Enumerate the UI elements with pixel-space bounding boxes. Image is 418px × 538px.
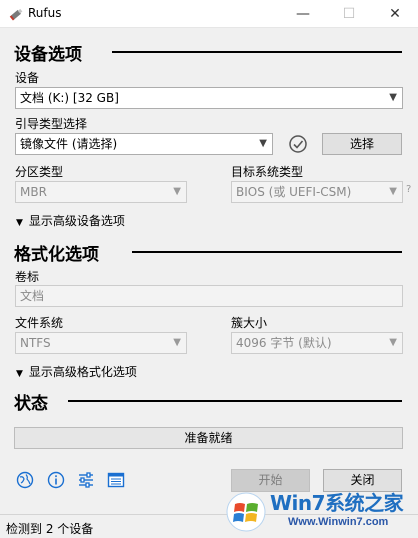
device-select[interactable]: 文档 (K:) [32 GB] ▼: [15, 87, 403, 109]
boot-type-select[interactable]: 镜像文件 (请选择) ▼: [15, 133, 273, 155]
advanced-device-label: 显示高级设备选项: [28, 214, 125, 228]
device-value: 文档 (K:) [32 GB]: [20, 91, 119, 105]
chevron-down-icon: ▼: [389, 92, 397, 103]
cluster-size-value: 4096 字节 (默认): [236, 336, 332, 350]
device-section-title: 设备选项: [14, 45, 82, 65]
section-divider: [68, 400, 402, 402]
windows-logo-icon: [226, 492, 266, 532]
chevron-down-icon: ▼: [389, 337, 397, 348]
watermark-title: Win7系统之家: [270, 491, 404, 515]
device-label: 设备: [15, 71, 40, 85]
language-icon[interactable]: [16, 471, 34, 489]
info-icon[interactable]: [47, 471, 65, 489]
status-text: 检测到 2 个设备: [6, 522, 94, 536]
boot-type-value: 镜像文件 (请选择): [20, 137, 118, 151]
minimize-button[interactable]: —: [280, 0, 326, 28]
boot-type-label: 引导类型选择: [15, 117, 88, 131]
watermark-url: Www.Winwin7.com: [288, 516, 389, 528]
filesystem-select[interactable]: NTFS ▼: [15, 332, 187, 354]
format-section-title: 格式化选项: [14, 245, 99, 265]
status-progress-bar: 准备就绪: [14, 427, 403, 449]
title-bar: Rufus — ☐ ✕: [0, 0, 418, 28]
chevron-down-icon: ▼: [389, 186, 397, 197]
chevron-down-icon: ▼: [259, 138, 267, 149]
volume-label-label: 卷标: [15, 270, 40, 284]
window-title: Rufus: [28, 6, 62, 20]
target-system-label: 目标系统类型: [231, 165, 304, 179]
chevron-down-icon: ▼: [16, 218, 23, 228]
log-icon[interactable]: [107, 471, 125, 489]
volume-label-input[interactable]: 文档: [15, 285, 403, 307]
show-advanced-format-toggle[interactable]: ▼ 显示高级格式化选项: [16, 363, 137, 380]
show-advanced-device-toggle[interactable]: ▼ 显示高级设备选项: [16, 212, 125, 229]
filesystem-label: 文件系统: [15, 316, 64, 330]
partition-value: MBR: [20, 185, 47, 199]
partition-label: 分区类型: [15, 165, 64, 179]
maximize-button[interactable]: ☐: [326, 0, 372, 28]
chevron-down-icon: ▼: [173, 186, 181, 197]
cluster-size-select[interactable]: 4096 字节 (默认) ▼: [231, 332, 403, 354]
help-icon[interactable]: ?: [406, 184, 411, 195]
chevron-down-icon: ▼: [16, 369, 23, 379]
close-window-button[interactable]: ✕: [372, 0, 418, 28]
check-icon[interactable]: [288, 134, 308, 154]
watermark: Win7系统之家 Www.Winwin7.com: [220, 485, 418, 538]
settings-icon[interactable]: [77, 471, 95, 489]
status-section-title: 状态: [14, 394, 48, 414]
usb-drive-icon: [9, 8, 23, 21]
section-divider: [132, 251, 402, 253]
chevron-down-icon: ▼: [173, 337, 181, 348]
section-divider: [112, 51, 402, 53]
target-system-select[interactable]: BIOS (或 UEFI-CSM) ▼: [231, 181, 403, 203]
cluster-size-label: 簇大小: [231, 316, 268, 330]
filesystem-value: NTFS: [20, 336, 51, 350]
target-system-value: BIOS (或 UEFI-CSM): [236, 185, 352, 199]
select-image-button[interactable]: 选择: [322, 133, 402, 155]
partition-select[interactable]: MBR ▼: [15, 181, 187, 203]
advanced-format-label: 显示高级格式化选项: [28, 365, 137, 379]
